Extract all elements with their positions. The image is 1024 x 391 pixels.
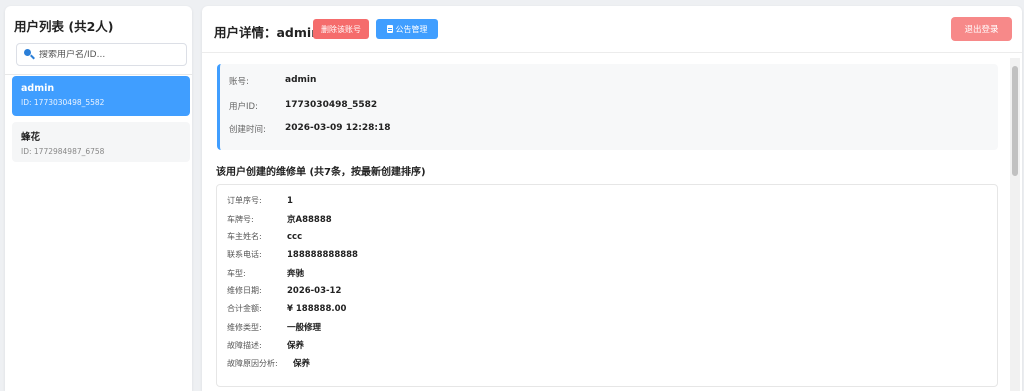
order-label: 合计金额: <box>227 304 262 313</box>
user-item-admin[interactable]: admin ID: 1773030498_5582 <box>12 76 190 116</box>
order-label: 故障描述: <box>227 341 262 350</box>
order-label: 维修类型: <box>227 323 262 332</box>
user-item-id: ID: 1772984987_6758 <box>21 147 105 156</box>
order-value: 一般修理 <box>287 323 322 333</box>
user-list-panel: 用户列表 (共2人) admin ID: 1773030498_5582 蜂花 … <box>5 6 192 391</box>
order-label: 故障原因分析: <box>227 359 278 368</box>
user-search-box[interactable] <box>16 43 187 66</box>
scrollbar[interactable] <box>1010 58 1020 391</box>
order-value: 1 <box>287 196 293 206</box>
notice-management-button[interactable]: 公告管理 <box>376 19 438 39</box>
search-icon <box>24 49 35 60</box>
order-row: 维修日期: 2026-03-12 <box>227 285 341 296</box>
user-search-input[interactable] <box>39 49 179 60</box>
order-row: 车主姓名: ccc <box>227 231 302 242</box>
header-divider <box>202 52 1022 53</box>
user-item-id: ID: 1773030498_5582 <box>21 98 105 107</box>
order-row: 故障原因分析: 保养 <box>227 357 310 369</box>
order-value: 188888888888 <box>287 250 358 260</box>
user-item-name: admin <box>21 83 55 94</box>
order-label: 联系电话: <box>227 250 262 259</box>
info-value: 1773030498_5582 <box>285 100 378 110</box>
order-label: 订单序号: <box>227 196 262 205</box>
info-row-account: 账号: admin <box>229 75 316 87</box>
order-value: ¥ 188888.00 <box>287 304 347 314</box>
order-row: 维修类型: 一般修理 <box>227 321 321 333</box>
user-item-name: 蜂花 <box>21 132 41 143</box>
user-detail-title: 用户详情：admin <box>214 25 321 40</box>
scrollbar-thumb[interactable] <box>1012 66 1018 176</box>
order-row: 联系电话: 188888888888 <box>227 249 358 260</box>
orders-section-title: 该用户创建的维修单 (共7条，按最新创建排序) <box>216 167 426 178</box>
order-value: 保养 <box>293 359 311 369</box>
order-value: 奔驰 <box>287 269 305 279</box>
order-value: ccc <box>287 232 303 242</box>
info-row-created-time: 创建时间: 2026-03-09 12:28:18 <box>229 123 390 135</box>
order-row: 合计金额: ¥ 188888.00 <box>227 303 346 314</box>
user-detail-panel: 用户详情：admin 删除该账号 公告管理 退出登录 账号: admin 用户I… <box>202 6 1022 391</box>
user-item-fenghua[interactable]: 蜂花 ID: 1772984987_6758 <box>12 122 190 162</box>
sidebar-divider <box>5 74 192 75</box>
order-row: 车型: 奔驰 <box>227 267 304 279</box>
order-label: 车牌号: <box>227 215 254 224</box>
info-label: 用户ID: <box>229 102 258 112</box>
order-row: 车牌号: 京A88888 <box>227 213 332 225</box>
order-value: 京A88888 <box>287 215 332 225</box>
delete-account-button[interactable]: 删除该账号 <box>313 19 369 39</box>
info-row-user-id: 用户ID: 1773030498_5582 <box>229 100 377 112</box>
info-value: 2026-03-09 12:28:18 <box>285 123 391 133</box>
order-value: 保养 <box>287 341 305 351</box>
document-icon <box>386 25 393 33</box>
info-label: 创建时间: <box>229 125 266 135</box>
order-value: 2026-03-12 <box>287 286 342 296</box>
order-row: 故障描述: 保养 <box>227 339 304 351</box>
user-info-card: 账号: admin 用户ID: 1773030498_5582 创建时间: 20… <box>217 64 998 150</box>
info-label: 账号: <box>229 77 249 87</box>
logout-button[interactable]: 退出登录 <box>951 17 1012 41</box>
user-list-title: 用户列表 (共2人) <box>14 19 114 34</box>
info-value: admin <box>285 75 317 85</box>
order-card: 订单序号: 1 车牌号: 京A88888 车主姓名: ccc 联系电话: 188… <box>216 184 998 387</box>
notice-management-label: 公告管理 <box>395 24 428 34</box>
order-label: 车型: <box>227 269 246 278</box>
order-row: 订单序号: 1 <box>227 195 293 206</box>
order-label: 维修日期: <box>227 286 262 295</box>
order-label: 车主姓名: <box>227 232 262 241</box>
